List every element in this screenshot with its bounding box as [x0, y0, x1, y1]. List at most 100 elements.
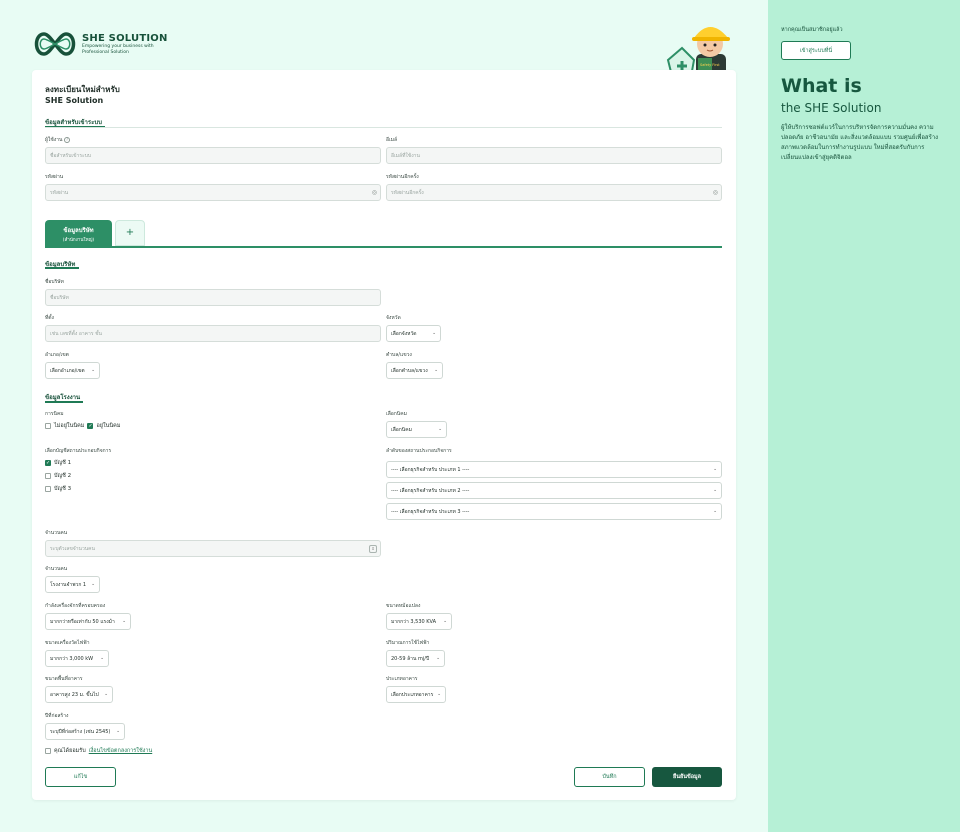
- estate-yes-checkbox[interactable]: ✓: [87, 423, 94, 429]
- estate-label: การนิคม: [45, 411, 64, 417]
- chevron-down-icon: ⌄: [104, 692, 108, 697]
- chevron-down-icon: ⌄: [434, 368, 438, 373]
- meter-label: ขนาดเครื่องวัดไฟฟ้า: [45, 640, 90, 646]
- help-icon[interactable]: ?: [64, 137, 71, 143]
- she-description: ผู้ให้บริการซอฟต์แวร์ในการบริหารจัดการคว…: [781, 124, 939, 161]
- back-button[interactable]: แก้ไข: [45, 767, 116, 787]
- business-type-3-select[interactable]: ---- เลือกธุรกิจสำหรับ ประเภท 3 ---- ⌄: [386, 503, 722, 520]
- tab-bar-line: [45, 246, 722, 248]
- company-name-input[interactable]: ชื่อบริษัท: [45, 289, 381, 306]
- transformer-select[interactable]: มากกว่า 3,530 KVA ⌄: [386, 613, 452, 630]
- meter-select[interactable]: มากกว่า 3,000 kW ⌄: [45, 650, 109, 667]
- username-label: ผู้ใช้งาน ?: [45, 137, 71, 143]
- terms-link[interactable]: เงื่อนไขข้อตกลงการใช้งาน: [89, 747, 153, 755]
- chevron-down-icon: ⌄: [116, 729, 120, 734]
- stepper-icon[interactable]: ⇕: [369, 545, 377, 553]
- accounts-label: เลือกบัญชีสถานประกอบกิจการ: [45, 448, 112, 454]
- employees-label: จำนวนคน: [45, 530, 68, 536]
- company-name-label: ชื่อบริษัท: [45, 279, 64, 285]
- account-3-checkbox[interactable]: [45, 486, 51, 492]
- chevron-down-icon: ⌄: [443, 619, 447, 624]
- province-label: จังหวัด: [386, 315, 401, 321]
- building-area-select[interactable]: อาคารสูง 23 ม. ขึ้นไป ⌄: [45, 686, 113, 703]
- mascot-badge-text: Safety First: [700, 63, 720, 67]
- chevron-down-icon: ⌄: [436, 656, 440, 661]
- password-label: รหัสผ่าน: [45, 174, 64, 180]
- building-area-label: ขนาดพื้นที่อาคาร: [45, 676, 83, 682]
- she-solution-subheading: the SHE Solution: [781, 101, 882, 115]
- chevron-down-icon: ⌄: [432, 331, 436, 336]
- member-prompt: หากคุณเป็นสมาชิกอยู่แล้ว: [781, 27, 843, 33]
- chevron-down-icon: ⌄: [91, 368, 95, 373]
- section-underline: [45, 401, 83, 403]
- chevron-down-icon: ⌄: [438, 427, 442, 432]
- section-underline: [45, 267, 79, 269]
- chevron-down-icon: ⌄: [713, 509, 717, 514]
- password-input[interactable]: รหัสผ่าน ◎: [45, 184, 381, 201]
- business-order-label: ลำดับของสถานประกอบกิจการ: [386, 448, 452, 454]
- email-input[interactable]: อีเมล์ที่ใช้งาน: [386, 147, 722, 164]
- plus-icon: +: [125, 227, 135, 238]
- district-select[interactable]: เลือกอำเภอ/เขต ⌄: [45, 362, 100, 379]
- username-input[interactable]: ชื่อสำหรับเข้าระบบ: [45, 147, 381, 164]
- electric-usage-label: ปริมาณการใช้ไฟฟ้า: [386, 640, 430, 646]
- chevron-down-icon: ⌄: [437, 692, 441, 697]
- what-is-heading: What is: [781, 75, 862, 97]
- business-type-2-select[interactable]: ---- เลือกธุรกิจสำหรับ ประเภท 2 ---- ⌄: [386, 482, 722, 499]
- district-label: อำเภอ/เขต: [45, 352, 69, 358]
- login-button[interactable]: เข้าสู่ระบบที่นี่: [781, 41, 851, 60]
- brand-logo: SHE SOLUTION Empowering your business wi…: [32, 30, 168, 58]
- form-title-line2: SHE Solution: [45, 96, 104, 105]
- factory-type-select[interactable]: โรงงานจำพวก 1 ⌄: [45, 576, 100, 593]
- consent-checkbox[interactable]: [45, 748, 51, 754]
- brand-tagline: Empowering your business with Profession…: [82, 43, 154, 55]
- confirm-password-input[interactable]: รหัสผ่านอีกครั้ง ◎: [386, 184, 722, 201]
- build-year-select[interactable]: ระบุปีที่ก่อสร้าง (เช่น 2545) ⌄: [45, 723, 125, 740]
- address-label: ที่ตั้ง: [45, 315, 54, 321]
- tab-title: ข้อมูลบริษัท: [63, 227, 94, 234]
- check-icon[interactable]: ✓: [45, 460, 51, 466]
- machine-power-label: กำลังเครื่องจักรที่ครอบครอง: [45, 603, 106, 609]
- transformer-label: ขนาดหม้อแปลง: [386, 603, 421, 609]
- confirm-button[interactable]: ยืนยันข้อมูล: [652, 767, 722, 787]
- building-type-label: ประเภทอาคาร: [386, 676, 418, 682]
- building-type-select[interactable]: เลือกประเภทอาคาร ⌄: [386, 686, 446, 703]
- estate-select[interactable]: เลือกนิคม ⌄: [386, 421, 447, 438]
- tab-subtitle: (สำนักงานใหญ่): [62, 238, 95, 243]
- add-tab-button[interactable]: +: [115, 220, 145, 246]
- estate-no-checkbox[interactable]: [45, 423, 51, 429]
- confirm-password-label: รหัสผ่านอีกครั้ง: [386, 174, 419, 180]
- email-label: อีเมล์: [386, 137, 398, 143]
- tab-company-hq[interactable]: ข้อมูลบริษัท (สำนักงานใหญ่): [45, 220, 112, 246]
- subdistrict-label: ตำบล/แขวง: [386, 352, 412, 358]
- province-select[interactable]: เลือกจังหวัด ⌄: [386, 325, 441, 342]
- account-2-checkbox[interactable]: [45, 473, 51, 479]
- employees-input[interactable]: ระบุตัวเลขจำนวนคน ⇕: [45, 540, 381, 557]
- chevron-down-icon: ⌄: [713, 488, 717, 493]
- machine-power-select[interactable]: มากกว่าหรือเท่ากับ 50 แรงม้า ⌄: [45, 613, 131, 630]
- registration-form-card: ลงทะเบียนใหม่สำหรับ SHE Solution ข้อมูลส…: [32, 70, 736, 800]
- form-title-line1: ลงทะเบียนใหม่สำหรับ: [45, 85, 120, 94]
- electric-usage-select[interactable]: 20-59 ล้าน mj/ปี ⌄: [386, 650, 445, 667]
- brand-name: SHE SOLUTION: [82, 32, 168, 44]
- address-input[interactable]: เช่น เลขที่ตั้ง อาคาร ชั้น: [45, 325, 381, 342]
- account-option-2[interactable]: บัญชี 2: [45, 472, 71, 480]
- chevron-down-icon: ⌄: [91, 582, 95, 587]
- eye-off-icon[interactable]: ◎: [372, 189, 377, 196]
- build-year-label: ปีที่ก่อสร้าง: [45, 713, 69, 719]
- chevron-down-icon: ⌄: [100, 656, 104, 661]
- factory-count-label: จำนวนคน: [45, 566, 68, 572]
- subdistrict-select[interactable]: เลือกตำบล/แขวง ⌄: [386, 362, 443, 379]
- account-option-1[interactable]: ✓ บัญชี 1: [45, 459, 71, 467]
- consent-row: คุณได้ยอมรับ เงื่อนไขข้อตกลงการใช้งาน: [45, 747, 152, 755]
- infinity-logo-icon: [34, 32, 76, 56]
- chevron-down-icon: ⌄: [122, 619, 126, 624]
- divider: [45, 127, 722, 128]
- save-button[interactable]: บันทึก: [574, 767, 645, 787]
- eye-off-icon[interactable]: ◎: [713, 189, 718, 196]
- estate-options: ไม่อยู่ในนิคม ✓ อยู่ในนิคม: [45, 422, 120, 430]
- business-type-1-select[interactable]: ---- เลือกธุรกิจสำหรับ ประเภท 1 ---- ⌄: [386, 461, 722, 478]
- chevron-down-icon: ⌄: [713, 467, 717, 472]
- estate-select-label: เลือกนิคม: [386, 411, 407, 417]
- account-option-3[interactable]: บัญชี 3: [45, 485, 71, 493]
